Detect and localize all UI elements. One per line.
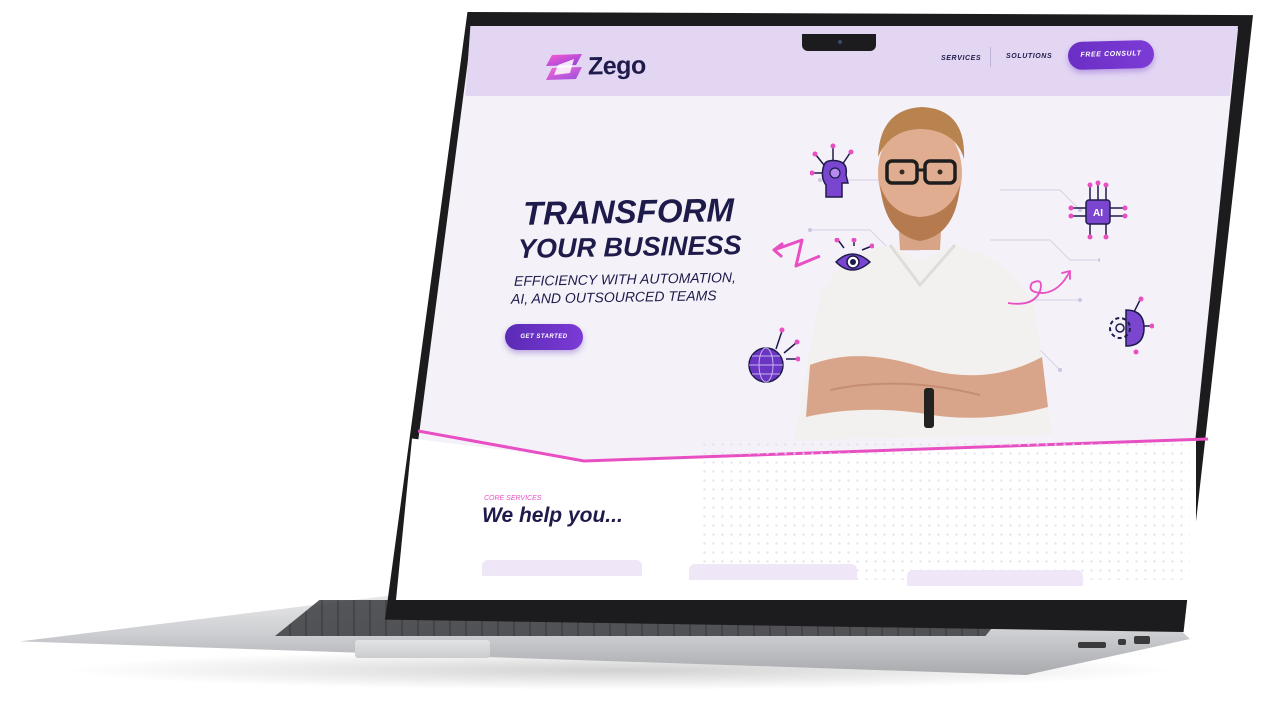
- brain-gear-icon: [810, 143, 854, 198]
- camera-notch: [802, 34, 876, 51]
- service-card[interactable]: [907, 570, 1083, 586]
- service-card[interactable]: [689, 564, 857, 580]
- nav-divider: [990, 47, 991, 67]
- services-heading: We help you...: [482, 504, 623, 527]
- zego-logo-icon[interactable]: [544, 53, 584, 81]
- laptop-trackpad: [355, 640, 490, 658]
- dot-pattern: [700, 440, 1190, 580]
- ai-chip-icon: AI: [1068, 180, 1128, 240]
- svg-text:AI: AI: [1093, 208, 1103, 219]
- webcam-icon: [838, 40, 842, 44]
- free-consult-button[interactable]: FREE CONSULT: [1067, 39, 1155, 71]
- get-started-button[interactable]: GET STARTED: [505, 324, 583, 350]
- sd-card-slot: [1078, 642, 1106, 648]
- service-card[interactable]: [482, 560, 642, 576]
- zigzag-arrow-icon: [772, 238, 821, 268]
- nav-link-solutions[interactable]: SOLUTIONS: [1006, 53, 1052, 60]
- usb-c-port: [1118, 639, 1126, 645]
- brand-name[interactable]: Zego: [588, 51, 646, 81]
- globe-icon: [748, 327, 800, 383]
- hdmi-port: [1134, 636, 1150, 644]
- brain-gear-half-icon: [1109, 296, 1154, 355]
- eye-chip-icon: [834, 238, 874, 271]
- nav-link-services[interactable]: SERVICES: [941, 55, 981, 62]
- loop-arrow-icon: [1007, 270, 1071, 305]
- hero-title-line2: YOUR BUSINESS: [518, 230, 742, 264]
- services-eyebrow: CORE SERVICES: [484, 495, 542, 502]
- hero-title-line1: TRANSFORM: [523, 191, 734, 232]
